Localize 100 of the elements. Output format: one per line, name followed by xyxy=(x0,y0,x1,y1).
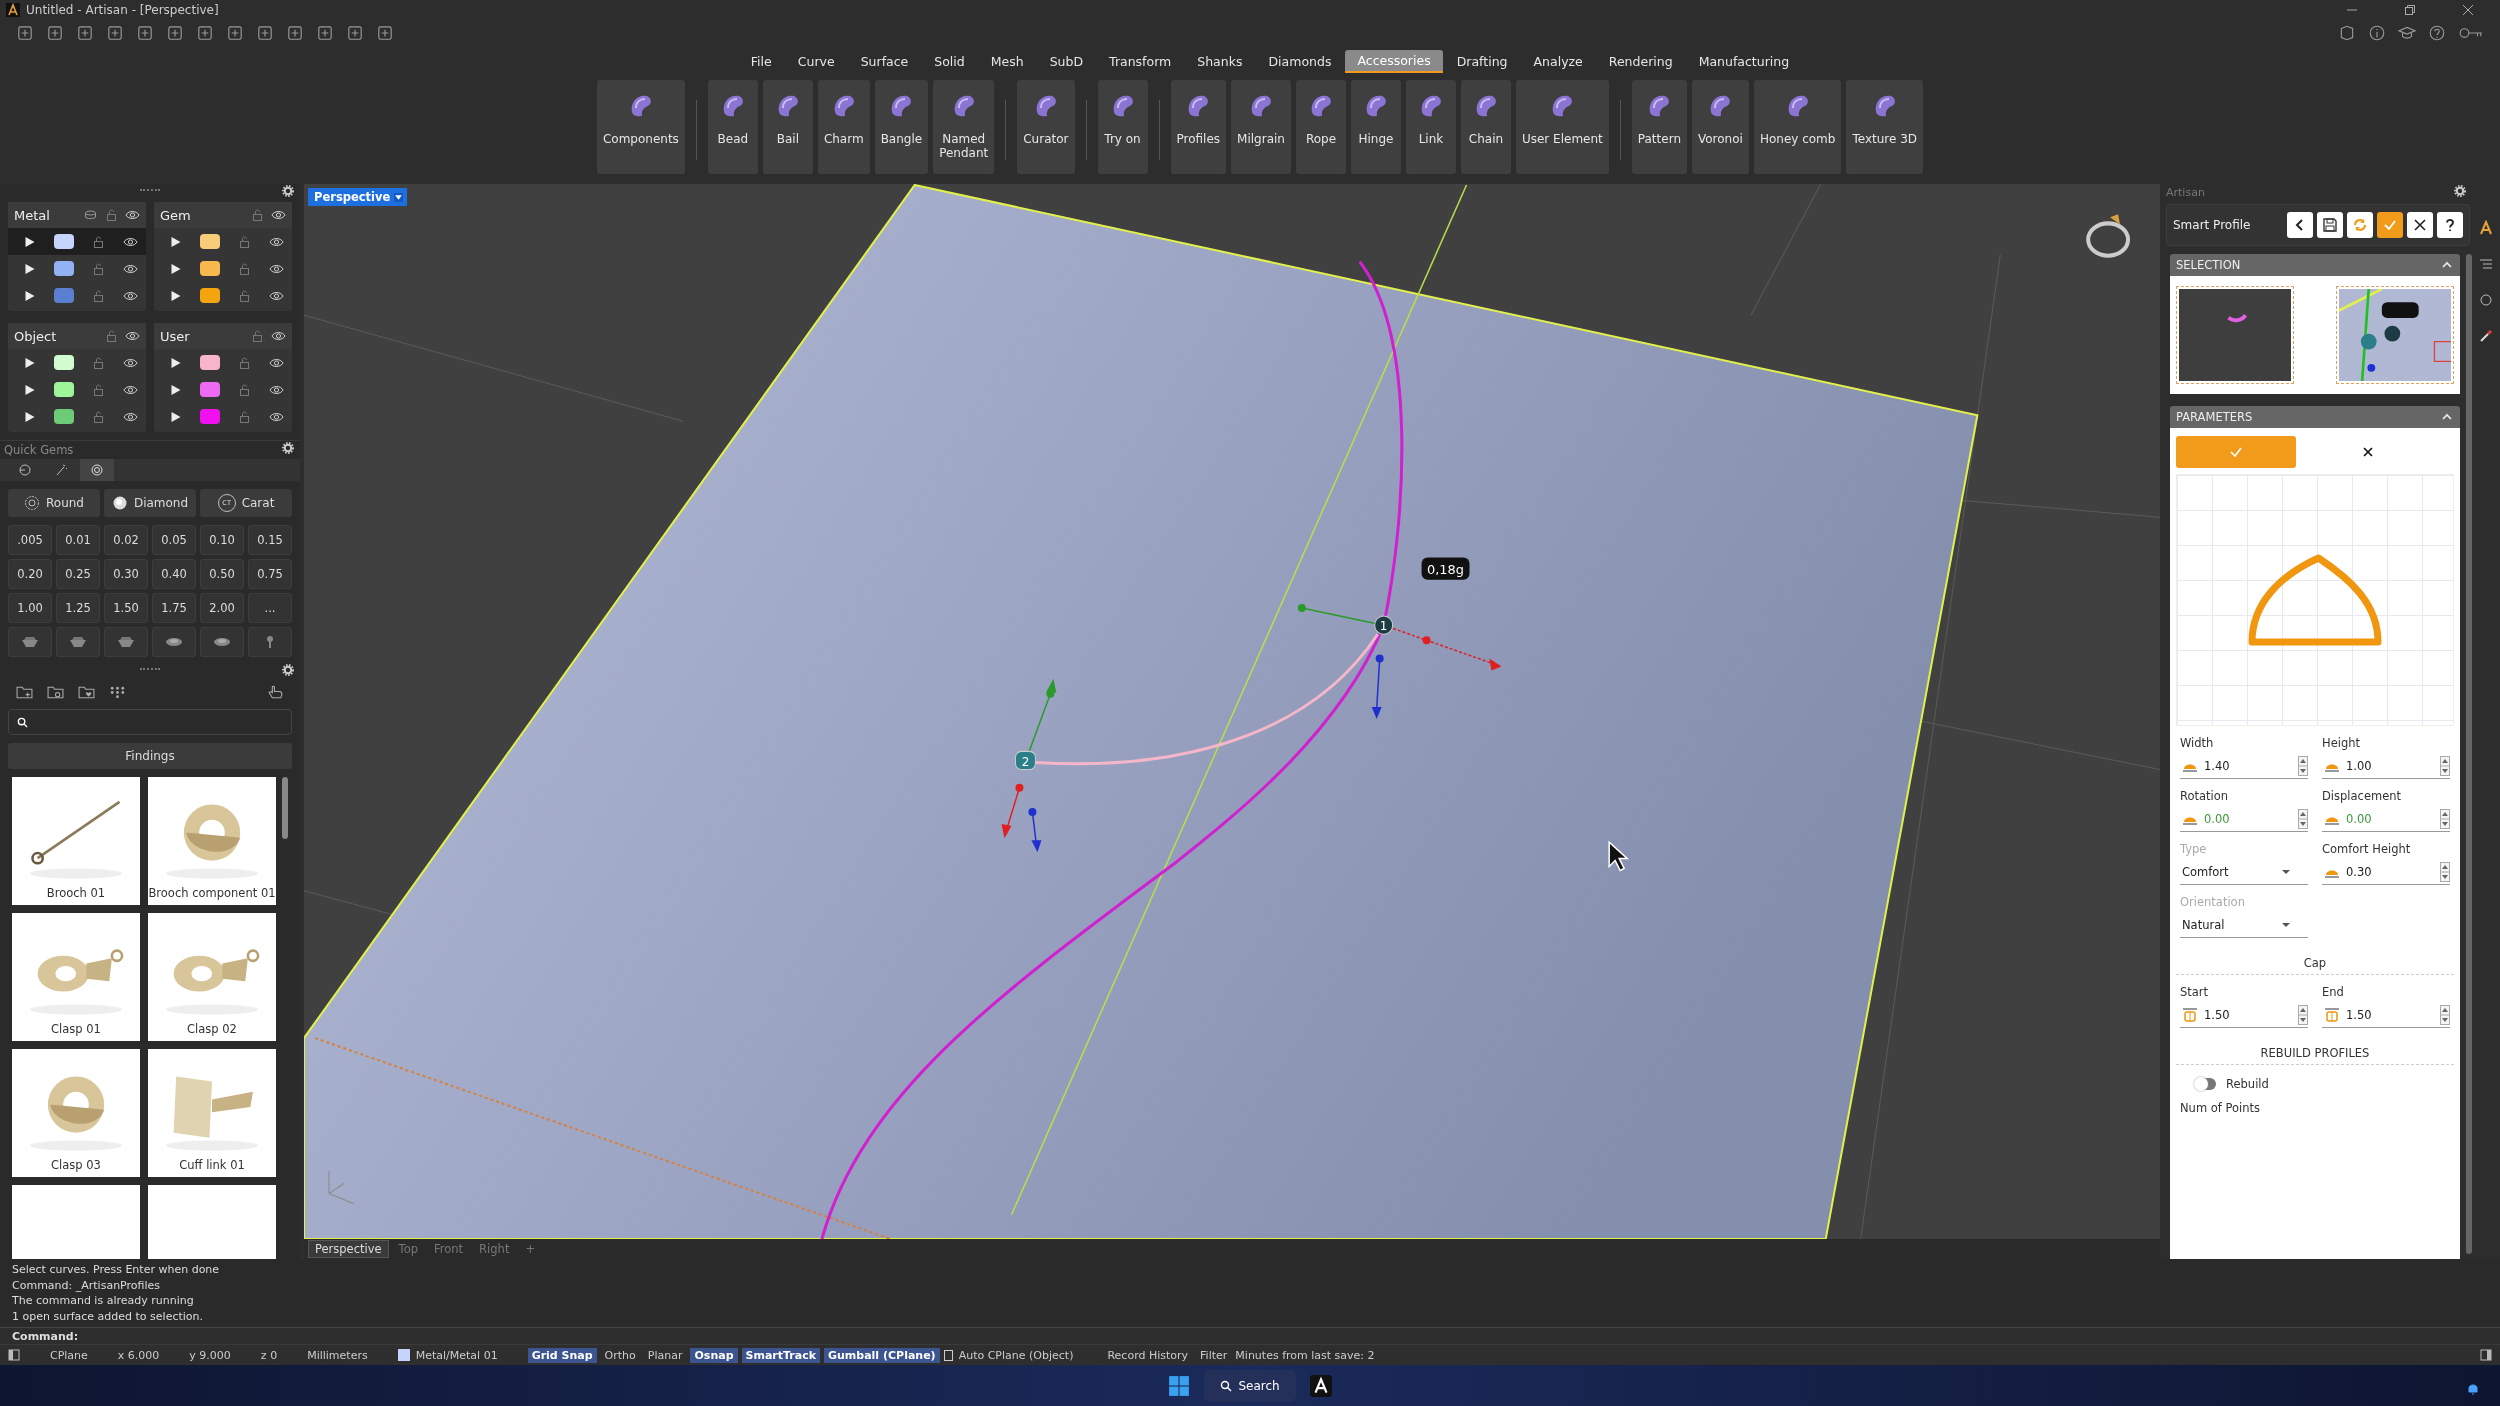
toolbar-tool-icon[interactable] xyxy=(376,24,394,42)
circle-icon[interactable] xyxy=(2478,292,2494,308)
checkbox[interactable] xyxy=(943,1349,953,1361)
hand-pointer-icon[interactable] xyxy=(267,684,284,700)
gem-cut-button[interactable] xyxy=(56,627,100,657)
menu-tab[interactable]: Solid xyxy=(922,50,977,72)
ribbon-button[interactable]: Honey comb xyxy=(1753,80,1842,174)
layer-color-swatch[interactable] xyxy=(200,409,220,424)
layer-color-swatch[interactable] xyxy=(200,355,220,370)
lock-icon[interactable] xyxy=(237,261,252,276)
menu-tab[interactable]: Manufacturing xyxy=(1686,50,1802,72)
eye-icon[interactable] xyxy=(125,208,140,222)
section-header[interactable]: PARAMETERS xyxy=(2170,406,2460,428)
layer-color-swatch[interactable] xyxy=(54,355,74,370)
taskbar-search-button[interactable]: Search xyxy=(1204,1369,1296,1402)
folder-icon[interactable] xyxy=(47,684,64,700)
gem-size-button[interactable]: 0.40 xyxy=(152,559,196,589)
layer-color-swatch[interactable] xyxy=(200,234,220,249)
restore-icon[interactable] xyxy=(2404,4,2416,16)
layer-color-swatch[interactable] xyxy=(200,382,220,397)
status-text[interactable]: CPlane xyxy=(50,1348,88,1362)
gem-size-button[interactable]: 1.00 xyxy=(8,593,52,623)
menu-tab[interactable]: Curve xyxy=(785,50,847,72)
lock-icon[interactable] xyxy=(104,208,119,222)
tool-button[interactable] xyxy=(2437,212,2463,238)
gem-size-button[interactable]: 0.02 xyxy=(104,525,148,555)
artisan-logo-icon[interactable] xyxy=(2478,220,2494,236)
lock-icon[interactable] xyxy=(237,288,252,303)
ribbon-button[interactable]: Chain xyxy=(1460,80,1511,174)
layer-color-swatch[interactable] xyxy=(200,261,220,276)
gem-cut-button[interactable] xyxy=(152,627,196,657)
ribbon-button[interactable]: Named Pendant xyxy=(933,80,995,174)
ribbon-button[interactable]: Hinge xyxy=(1350,80,1401,174)
graduation-cap-icon[interactable] xyxy=(2398,24,2416,42)
lock-icon[interactable] xyxy=(237,234,252,249)
spin-buttons[interactable] xyxy=(2440,1005,2450,1025)
ribbon-button[interactable]: Bangle xyxy=(874,80,929,174)
toolbar-tool-icon[interactable] xyxy=(106,24,124,42)
ribbon-button[interactable]: Profiles xyxy=(1170,80,1227,174)
point-marker[interactable]: 2 xyxy=(1014,750,1036,771)
spin-buttons[interactable] xyxy=(2298,809,2308,829)
layer-color-swatch[interactable] xyxy=(54,288,74,303)
gem-dropdown[interactable]: Round xyxy=(8,489,100,517)
info-icon[interactable] xyxy=(2368,24,2386,42)
layer-row[interactable] xyxy=(8,228,146,255)
gem-size-button[interactable]: 0.01 xyxy=(56,525,100,555)
toolbar-tool-icon[interactable] xyxy=(316,24,334,42)
menu-tab[interactable]: File xyxy=(738,50,784,72)
eye-icon[interactable] xyxy=(271,208,286,222)
ribbon-button[interactable]: Curator xyxy=(1017,80,1075,174)
menu-tab[interactable]: Transform xyxy=(1097,50,1184,72)
number-field[interactable]: 0.00 xyxy=(2322,807,2450,832)
bell-icon[interactable] xyxy=(2466,1382,2480,1396)
help-icon[interactable] xyxy=(2428,24,2446,42)
settings-icon[interactable] xyxy=(282,185,294,197)
panel-toggle-icon[interactable] xyxy=(2480,1349,2492,1361)
search-field[interactable] xyxy=(8,709,292,735)
menu-tab[interactable]: Surface xyxy=(848,50,921,72)
layer-color-swatch[interactable] xyxy=(54,234,74,249)
lock-icon[interactable] xyxy=(237,382,252,397)
lock-icon[interactable] xyxy=(104,329,119,343)
menu-tab[interactable]: Shanks xyxy=(1185,50,1255,72)
list-icon[interactable] xyxy=(2478,256,2494,272)
gem-cut-button[interactable] xyxy=(8,627,52,657)
menu-tab[interactable]: Analyze xyxy=(1521,50,1595,72)
toolbar-tool-icon[interactable] xyxy=(256,24,274,42)
brush-icon[interactable] xyxy=(2478,328,2494,344)
settings-icon[interactable] xyxy=(282,442,294,454)
tool-button[interactable] xyxy=(2407,212,2433,238)
toolbar-tool-icon[interactable] xyxy=(16,24,34,42)
ribbon-button[interactable]: Voronoi xyxy=(1692,80,1749,174)
number-field[interactable]: 1.00 xyxy=(2322,754,2450,779)
grid-dots-icon[interactable] xyxy=(109,684,126,700)
toggle-switch[interactable] xyxy=(2196,1078,2216,1090)
status-text[interactable]: y 9.000 xyxy=(189,1348,231,1362)
status-toggle[interactable]: SmartTrack xyxy=(741,1347,820,1363)
gem-cut-button[interactable] xyxy=(104,627,148,657)
ring-icon[interactable] xyxy=(2086,214,2131,258)
layer-color-swatch[interactable] xyxy=(200,288,220,303)
ribbon-button[interactable]: Link xyxy=(1405,80,1456,174)
ribbon-button[interactable]: Texture 3D xyxy=(1846,80,1924,174)
gem-size-button[interactable]: 0.20 xyxy=(8,559,52,589)
gem-size-button[interactable]: 0.10 xyxy=(200,525,244,555)
gem-size-button[interactable]: 1.25 xyxy=(56,593,100,623)
lock-icon[interactable] xyxy=(91,409,106,424)
status-toggle[interactable]: Gumball (CPlane) xyxy=(824,1347,940,1363)
viewport-tab[interactable]: Perspective xyxy=(308,1240,389,1258)
spin-buttons[interactable] xyxy=(2440,756,2450,776)
status-text[interactable]: Minutes from last save: 2 xyxy=(1235,1348,1375,1362)
eye-icon[interactable] xyxy=(125,329,140,343)
layer-color-swatch[interactable] xyxy=(54,261,74,276)
gem-size-button[interactable]: 0.05 xyxy=(152,525,196,555)
status-text[interactable]: z 0 xyxy=(260,1348,278,1362)
menu-tab[interactable]: SubD xyxy=(1037,50,1096,72)
toolbar-tool-icon[interactable] xyxy=(226,24,244,42)
toolbar-tool-icon[interactable] xyxy=(166,24,184,42)
settings-icon[interactable] xyxy=(282,664,294,676)
spin-buttons[interactable] xyxy=(2298,1005,2308,1025)
windows-start-icon[interactable] xyxy=(1168,1374,1191,1397)
status-toggle[interactable]: Filter xyxy=(1196,1347,1232,1363)
